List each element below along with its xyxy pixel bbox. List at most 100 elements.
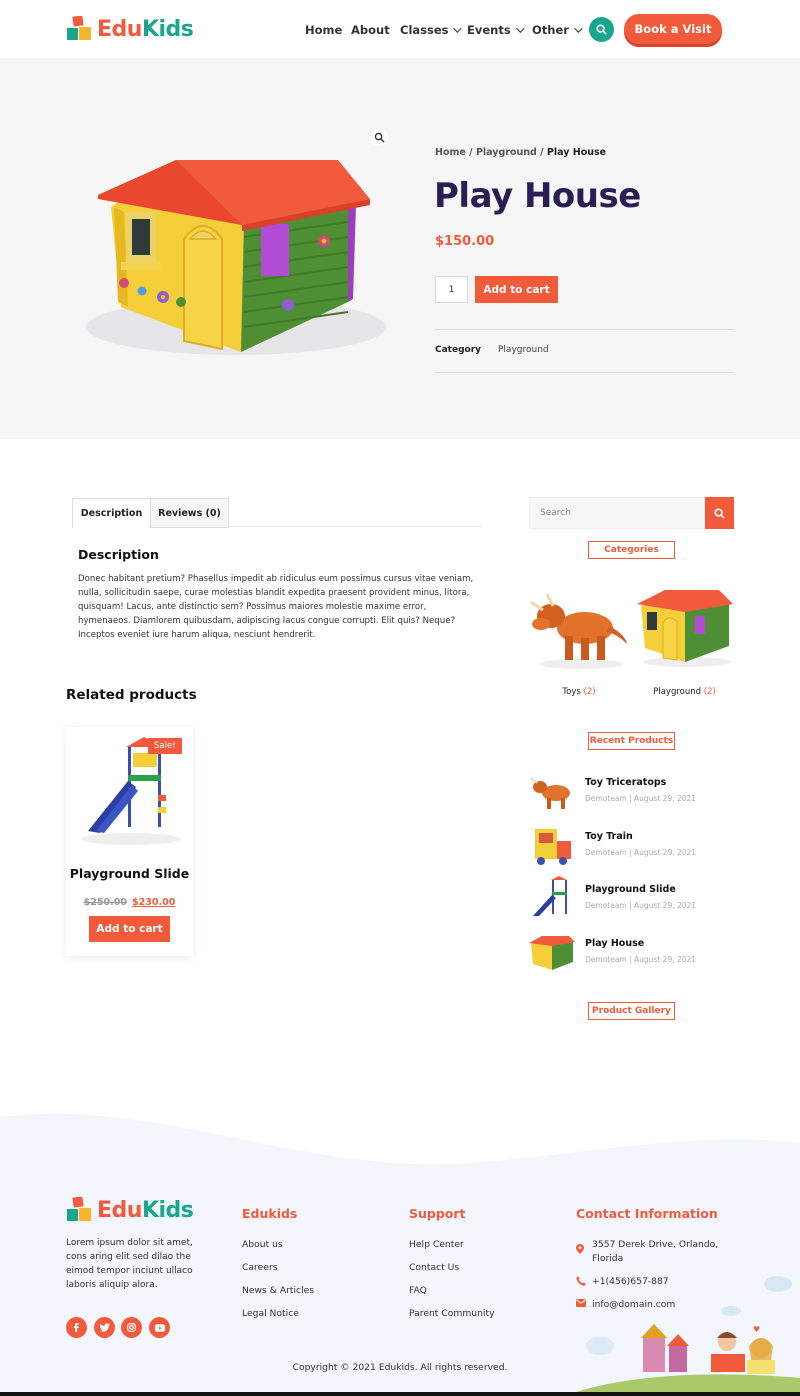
breadcrumb-current: Play House bbox=[546, 147, 607, 158]
sidebar-search-button[interactable] bbox=[705, 497, 734, 529]
tab-reviews[interactable]: Reviews (0) bbox=[150, 498, 229, 528]
social-facebook[interactable] bbox=[66, 1317, 87, 1338]
card-title[interactable]: Playground Slide bbox=[66, 866, 193, 881]
social-twitter[interactable] bbox=[94, 1317, 115, 1338]
logo-text-kids: Kids bbox=[141, 1197, 194, 1223]
header-search-button[interactable] bbox=[589, 17, 614, 42]
nav-classes[interactable]: Classes bbox=[400, 23, 463, 37]
logo-blocks-icon bbox=[67, 1197, 91, 1221]
nav-events[interactable]: Events bbox=[467, 23, 525, 37]
recent-product-title[interactable]: Toy Triceratops bbox=[585, 777, 666, 788]
add-to-cart-button[interactable]: Add to cart bbox=[475, 276, 558, 303]
breadcrumb-category[interactable]: Playground bbox=[476, 147, 537, 158]
chevron-down-icon bbox=[574, 24, 583, 33]
location-pin-icon bbox=[576, 1244, 584, 1254]
category-count: (2) bbox=[583, 687, 596, 697]
breadcrumb-separator: / bbox=[469, 147, 473, 158]
card-add-to-cart-button[interactable]: Add to cart bbox=[89, 916, 170, 942]
card-price: $250.00 $230.00 bbox=[66, 890, 193, 909]
sidebar-search-input[interactable]: Search bbox=[529, 497, 705, 529]
twitter-icon bbox=[99, 1323, 110, 1332]
recent-product-title[interactable]: Toy Train bbox=[585, 831, 633, 842]
recent-products-widget-title: Recent Products bbox=[588, 732, 675, 750]
tab-description[interactable]: Description bbox=[72, 498, 151, 528]
recent-product-item[interactable]: Toy Train Demoteam | August 29, 2021 bbox=[529, 823, 734, 867]
slide-thumb bbox=[533, 876, 567, 916]
triceratops-thumb bbox=[530, 777, 570, 809]
description-text: Donec habitant pretium? Phasellus impedi… bbox=[78, 574, 474, 640]
divider bbox=[435, 372, 734, 373]
quantity-input[interactable]: 1 bbox=[435, 276, 468, 303]
category-name: Playground bbox=[653, 687, 702, 697]
breadcrumb-separator: / bbox=[540, 147, 544, 158]
magnifier-icon bbox=[374, 132, 385, 143]
recent-product-title[interactable]: Playground Slide bbox=[585, 884, 676, 895]
footer-about-text: Lorem ipsum dolor sit amet, cons aring e… bbox=[66, 1238, 193, 1290]
footer-link-faq[interactable]: FAQ bbox=[409, 1285, 427, 1296]
footer-link-legal[interactable]: Legal Notice bbox=[242, 1308, 299, 1319]
category-playground-link[interactable]: Playground (2) bbox=[635, 687, 734, 697]
product-card[interactable]: Sale! Playground Slide $250.00 $230.00 A… bbox=[66, 727, 193, 956]
logo-text-kids: Kids bbox=[141, 16, 194, 42]
logo-text-edu: Edu bbox=[97, 16, 142, 42]
recent-product-item[interactable]: Playground Slide Demoteam | August 29, 2… bbox=[529, 876, 734, 920]
divider bbox=[435, 329, 734, 330]
product-image[interactable] bbox=[66, 127, 390, 382]
search-icon bbox=[596, 24, 607, 35]
recent-product-title[interactable]: Play House bbox=[585, 938, 644, 949]
category-link[interactable]: Playground bbox=[498, 345, 549, 355]
recent-product-meta: Demoteam | August 29, 2021 bbox=[585, 794, 697, 803]
social-youtube[interactable] bbox=[149, 1317, 170, 1338]
footer-heading-contact: Contact Information bbox=[576, 1206, 718, 1221]
triceratops-image bbox=[530, 593, 627, 669]
youtube-icon bbox=[154, 1323, 165, 1332]
recent-product-meta: Demoteam | August 29, 2021 bbox=[585, 955, 697, 964]
nav-classes-label: Classes bbox=[400, 23, 449, 37]
breadcrumb-home[interactable]: Home bbox=[435, 147, 466, 158]
instagram-icon bbox=[127, 1323, 136, 1332]
chevron-down-icon bbox=[453, 24, 463, 33]
logo-text-edu: Edu bbox=[97, 1197, 142, 1223]
site-logo[interactable]: EduKids bbox=[67, 16, 194, 42]
footer-link-about[interactable]: About us bbox=[242, 1239, 283, 1250]
category-toys-link[interactable]: Toys (2) bbox=[529, 687, 629, 697]
nav-other[interactable]: Other bbox=[532, 23, 583, 37]
footer-logo[interactable]: EduKids bbox=[67, 1197, 194, 1223]
product-gallery-widget-title: Product Gallery bbox=[588, 1002, 675, 1020]
breadcrumb: Home / Playground / Play House bbox=[435, 147, 606, 158]
train-thumb bbox=[535, 829, 571, 865]
category-playground-image[interactable] bbox=[635, 576, 734, 672]
logo-blocks-icon bbox=[67, 16, 91, 40]
play-house-illustration bbox=[86, 160, 386, 355]
related-products-heading: Related products bbox=[66, 687, 197, 703]
book-visit-button[interactable]: Book a Visit bbox=[624, 14, 722, 44]
recent-product-item[interactable]: Toy Triceratops Demoteam | August 29, 20… bbox=[529, 769, 734, 813]
playhouse-thumb bbox=[529, 936, 575, 970]
nav-home-label: Home bbox=[305, 23, 343, 37]
playhouse-image bbox=[637, 590, 733, 667]
nav-home[interactable]: Home bbox=[305, 23, 342, 37]
footer-heading-support: Support bbox=[409, 1206, 466, 1221]
description-heading: Description bbox=[78, 547, 159, 562]
footer-link-contact[interactable]: Contact Us bbox=[409, 1262, 459, 1273]
chevron-down-icon bbox=[515, 24, 525, 33]
zoom-button[interactable] bbox=[370, 128, 388, 146]
nav-events-label: Events bbox=[467, 23, 511, 37]
category-count: (2) bbox=[703, 687, 716, 697]
nav-other-label: Other bbox=[532, 23, 569, 37]
sale-price: $230.00 bbox=[132, 897, 176, 908]
recent-product-meta: Demoteam | August 29, 2021 bbox=[585, 848, 697, 857]
category-name: Toys bbox=[562, 687, 581, 697]
categories-widget-title: Categories bbox=[588, 541, 675, 559]
category-toys-image[interactable] bbox=[529, 576, 629, 672]
footer-link-community[interactable]: Parent Community bbox=[409, 1308, 495, 1319]
recent-product-item[interactable]: Play House Demoteam | August 29, 2021 bbox=[529, 930, 734, 974]
footer-link-careers[interactable]: Careers bbox=[242, 1262, 278, 1273]
contact-address: 3557 Derek Drive, Orlando, Florida bbox=[592, 1239, 719, 1264]
social-instagram[interactable] bbox=[121, 1317, 142, 1338]
footer-link-news[interactable]: News & Articles bbox=[242, 1285, 314, 1296]
product-title: Play House bbox=[434, 176, 641, 216]
nav-about[interactable]: About bbox=[351, 23, 390, 37]
footer-link-help[interactable]: Help Center bbox=[409, 1239, 464, 1250]
kids-reading-illustration: ♥ bbox=[565, 1276, 800, 1396]
